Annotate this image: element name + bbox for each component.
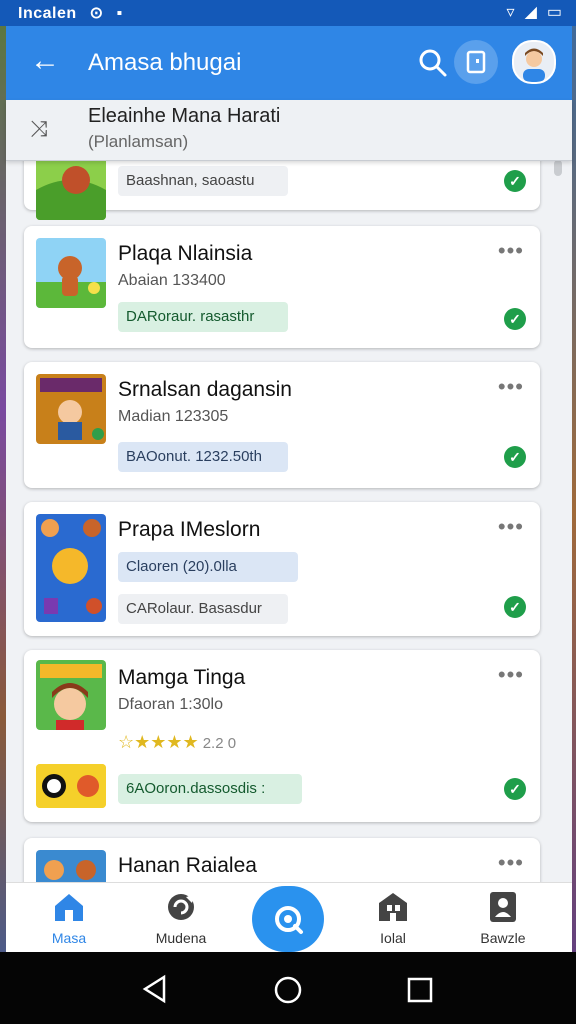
nav-label: Mudena: [155, 930, 207, 946]
item-name: Srnalsan dagansin: [118, 378, 292, 401]
item-name: Mamga Tinga: [118, 666, 246, 689]
check-icon: ✓: [504, 596, 526, 618]
thumbnail: [36, 514, 106, 622]
bottom-navigation: Masa Mudena Iolal Bawzle: [6, 882, 572, 953]
sheet-title: Eleainhe Mana Harati: [88, 105, 281, 127]
nav-item-home[interactable]: Masa: [24, 891, 114, 946]
system-navigation-bar: [0, 952, 576, 1024]
check-icon: ✓: [504, 170, 526, 192]
item-tag: Baashnan, saoastu: [118, 166, 288, 196]
item-name: Prapa IMeslorn: [118, 518, 261, 541]
rating: ☆★★★★ 2.2 0: [118, 732, 237, 752]
back-arrow-icon[interactable]: ←: [30, 44, 60, 78]
item-tag: DARoraur. rasasthr: [118, 302, 288, 332]
list-item[interactable]: Prapa IMeslorn Claoren (20).0lla CARolau…: [24, 502, 540, 636]
item-list[interactable]: Baashnan, saoastu ✓ Plaqa Nlainsia Abaia…: [6, 160, 572, 882]
thumbnail: [36, 374, 106, 444]
more-options-icon[interactable]: •••: [498, 662, 524, 688]
battery-icon: ▭: [546, 4, 562, 21]
nav-item-profile[interactable]: Bawzle: [458, 891, 548, 946]
more-options-icon[interactable]: •••: [498, 238, 524, 264]
list-item[interactable]: Hanan Raialea •••: [24, 838, 540, 882]
check-icon: ✓: [504, 308, 526, 330]
thumbnail: [36, 850, 106, 882]
avatar[interactable]: [512, 40, 556, 84]
scrollbar-thumb[interactable]: [554, 160, 562, 176]
app-title: Amasa bhugai: [88, 49, 242, 76]
collapse-icon[interactable]: ⤨: [30, 116, 48, 142]
search-fab-button[interactable]: [252, 886, 324, 952]
home-icon: [55, 894, 83, 921]
item-meta: Abaian 133400: [118, 272, 226, 289]
refresh-icon: [168, 894, 194, 920]
search-fab-icon: [275, 906, 303, 934]
status-bar: Incalen ⊙ ▪ ▿ ◢ ▭: [0, 0, 576, 26]
profile-card-icon: [490, 892, 516, 922]
item-tag: Claoren (20).0lla: [118, 552, 298, 582]
nav-label: Bawzle: [480, 930, 526, 946]
item-meta: Madian 123305: [118, 408, 229, 425]
wifi-icon: ◢: [524, 4, 537, 21]
item-tag: CARolaur. Basasdur: [118, 594, 288, 624]
rating-value: 2.2 0: [202, 735, 237, 752]
building-icon: [379, 893, 407, 921]
image-icon: ▪: [116, 5, 123, 22]
more-options-icon[interactable]: •••: [498, 514, 524, 540]
bookmark-icon: [466, 50, 486, 74]
status-text: Incalen: [18, 5, 77, 22]
camera-icon: ⊙: [89, 5, 104, 22]
item-name: Hanan Raialea: [118, 854, 257, 877]
thumbnail: [36, 238, 106, 308]
item-name: Plaqa Nlainsia: [118, 242, 253, 265]
nav-label: Masa: [51, 930, 87, 946]
thumbnail: [36, 660, 106, 730]
system-back-icon[interactable]: [140, 974, 170, 1004]
item-tag: 6AOoron.dassosdis :: [118, 774, 302, 804]
check-icon: ✓: [504, 778, 526, 800]
list-item[interactable]: Srnalsan dagansin Madian 123305 BAOonut.…: [24, 362, 540, 488]
secondary-thumbnail: [36, 764, 106, 808]
item-meta: Dfaoran 1:30lo: [118, 696, 223, 713]
system-recents-icon[interactable]: [406, 976, 434, 1004]
system-home-icon[interactable]: [272, 974, 304, 1006]
nav-item-refresh[interactable]: Mudena: [136, 891, 226, 946]
item-tag: BAOonut. 1232.50th: [118, 442, 288, 472]
nav-item-buildings[interactable]: Iolal: [348, 891, 438, 946]
scrollbar[interactable]: [554, 160, 564, 882]
check-icon: ✓: [504, 446, 526, 468]
list-item[interactable]: Mamga Tinga Dfaoran 1:30lo ☆★★★★ 2.2 0 6A…: [24, 650, 540, 822]
bookmark-button[interactable]: [454, 40, 498, 84]
sheet-subtitle: (Planlamsan): [88, 132, 189, 151]
more-options-icon[interactable]: •••: [498, 374, 524, 400]
more-options-icon[interactable]: •••: [498, 850, 524, 876]
signal-icon: ▿: [506, 4, 515, 21]
thumbnail: [36, 160, 106, 220]
list-item[interactable]: Plaqa Nlainsia Abaian 133400 DARoraur. r…: [24, 226, 540, 348]
list-item[interactable]: Baashnan, saoastu ✓: [24, 160, 540, 220]
app-bar: ← Amasa bhugai: [6, 26, 572, 100]
sheet-header: ⤨ Eleainhe Mana Harati (Planlamsan): [6, 100, 572, 161]
nav-label: Iolal: [380, 930, 406, 946]
search-icon[interactable]: [414, 44, 452, 87]
